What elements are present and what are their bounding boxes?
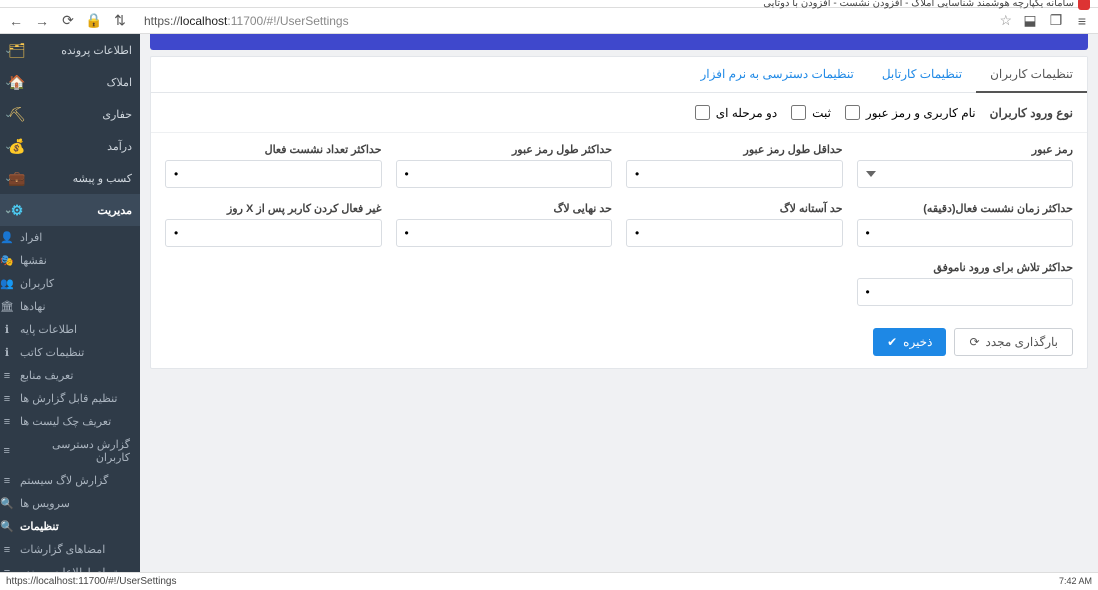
- browser-tab-strip: سامانه یکپارچه هوشمند شناسایی املاک - اف…: [0, 0, 1098, 8]
- person-icon: 👤: [0, 231, 14, 244]
- list-icon: ≡: [0, 475, 14, 487]
- back-icon[interactable]: ←: [8, 13, 24, 29]
- favicon: [1078, 0, 1090, 10]
- chevron-down-icon: ⌄: [4, 141, 12, 152]
- tab-users[interactable]: تنظیمات کاربران: [976, 57, 1087, 93]
- chk-2fa-box[interactable]: [695, 105, 710, 120]
- fields-grid: رمز عبور حداقل طول رمز عبور حداکثر طول ر…: [151, 133, 1087, 316]
- tabs: تنظیمات کاربران تنظیمات کارتابل تنظیمات …: [151, 57, 1087, 93]
- field-logfinal: حد نهایی لاگ: [396, 202, 613, 247]
- list-icon: ≡: [0, 416, 14, 428]
- sub-baseinfo[interactable]: اطلاعات پایهℹ: [0, 318, 140, 341]
- search-icon: 🔍: [0, 497, 14, 510]
- maxfail-input[interactable]: [857, 278, 1074, 306]
- sub-filetabs[interactable]: تبهای اطلاعات پرونده≡: [0, 561, 140, 572]
- users-icon: 👥: [0, 277, 14, 290]
- search-icon: 🔍: [0, 520, 14, 533]
- browser-toolbar: ← → ⟳ 🔒 ⇅ https://localhost:11700/#!/Use…: [0, 8, 1098, 34]
- sessionmin-input[interactable]: [857, 219, 1074, 247]
- field-maxfail: حداکثر تلاش برای ورود ناموفق: [857, 261, 1074, 306]
- save-button[interactable]: ذخیره ✔: [873, 328, 946, 356]
- org-icon: 🏛: [0, 300, 14, 313]
- list-icon: ≡: [0, 544, 14, 556]
- chevron-down-icon: ⌄: [4, 45, 12, 56]
- list-icon: ≡: [0, 445, 13, 457]
- menu-icon[interactable]: ≡: [1074, 13, 1090, 29]
- list-icon: ≡: [0, 567, 14, 573]
- status-bar: https://localhost:11700/#!/UserSettings …: [0, 572, 1098, 590]
- chk-register[interactable]: ثبت: [791, 105, 831, 120]
- settings-panel: تنظیمات کاربران تنظیمات کارتابل تنظیمات …: [150, 56, 1088, 369]
- header-bar: [150, 34, 1088, 50]
- download-icon[interactable]: ⬓: [1022, 13, 1038, 29]
- chevron-down-icon: ⌄: [4, 77, 12, 88]
- logfinal-input[interactable]: [396, 219, 613, 247]
- sub-settings-header[interactable]: تنظیمات🔍: [0, 515, 140, 538]
- sub-signatures[interactable]: امضاهای گزارشات≡: [0, 538, 140, 561]
- info-icon: ℹ: [0, 323, 14, 336]
- extensions-icon[interactable]: ❐: [1048, 13, 1064, 29]
- address-bar[interactable]: https://localhost:11700/#!/UserSettings: [138, 12, 989, 30]
- logthreshold-input[interactable]: [626, 219, 843, 247]
- password-select[interactable]: [857, 160, 1074, 188]
- chk-username-box[interactable]: [845, 105, 860, 120]
- main-content: تنظیمات کاربران تنظیمات کارتابل تنظیمات …: [140, 34, 1098, 572]
- sub-orgs[interactable]: نهادها🏛: [0, 295, 140, 318]
- form-actions: ذخیره ✔ بارگذاری مجدد ⟳: [151, 316, 1087, 368]
- sub-roles[interactable]: نقشها🎭: [0, 249, 140, 272]
- bookmark-icon[interactable]: ☆: [999, 12, 1012, 29]
- chevron-down-icon: ⌄: [4, 205, 12, 216]
- list-icon: ≡: [0, 393, 14, 405]
- tab-title: سامانه یکپارچه هوشمند شناسایی املاک - اف…: [763, 0, 1074, 9]
- sidebar-item-business[interactable]: ⌄کسب و پیشه💼: [0, 162, 140, 194]
- sub-accessreport[interactable]: گزارش دسترسی کاربران≡: [0, 433, 140, 469]
- field-disableafter: غیر فعال کردن کاربر پس از X روز: [165, 202, 382, 247]
- sub-kateb[interactable]: تنظیمات کاتبℹ: [0, 341, 140, 364]
- chevron-down-icon: ⌄: [4, 173, 12, 184]
- disableafter-input[interactable]: [165, 219, 382, 247]
- sidebar-item-management[interactable]: ⌄مدیریت⚙: [0, 194, 140, 226]
- reload-button[interactable]: بارگذاری مجدد ⟳: [954, 328, 1073, 356]
- sidebar-item-dig[interactable]: ⌄حفاری⛏: [0, 98, 140, 130]
- login-type-label: نوع ورود کاربران: [990, 106, 1073, 120]
- maxlen-input[interactable]: [396, 160, 613, 188]
- info-icon: ℹ: [0, 346, 14, 359]
- clock: 7:42 AM: [1059, 577, 1092, 586]
- chk-username[interactable]: نام کاربری و رمز عبور: [845, 105, 976, 120]
- chevron-down-icon: ⌄: [4, 109, 12, 120]
- sidebar-item-file[interactable]: ⌄اطلاعات پرونده🗂: [0, 34, 140, 66]
- sidebar: ⌄اطلاعات پرونده🗂 ⌄املاک🏠 ⌄حفاری⛏ ⌄درآمد💰…: [0, 34, 140, 572]
- check-icon: ✔: [887, 335, 897, 349]
- list-icon: ≡: [0, 370, 14, 382]
- maxactive-input[interactable]: [165, 160, 382, 188]
- field-maxactive: حداکثر تعداد نشست فعال: [165, 143, 382, 188]
- tab-cartable[interactable]: تنظیمات کارتابل: [868, 57, 976, 92]
- field-maxlen: حداکثر طول رمز عبور: [396, 143, 613, 188]
- sidebar-item-estate[interactable]: ⌄املاک🏠: [0, 66, 140, 98]
- sub-users[interactable]: کاربران👥: [0, 272, 140, 295]
- sort-icon: ⇅: [112, 13, 128, 29]
- sidebar-item-income[interactable]: ⌄درآمد💰: [0, 130, 140, 162]
- field-password: رمز عبور: [857, 143, 1074, 188]
- field-sessionmin: حداکثر زمان نشست فعال(دقیقه): [857, 202, 1074, 247]
- tab-access[interactable]: تنظیمات دسترسی به نرم افزار: [686, 57, 867, 92]
- refresh-icon: ⟳: [969, 335, 979, 349]
- sub-logreport[interactable]: گزارش لاگ سیستم≡: [0, 469, 140, 492]
- sub-resources[interactable]: تعریف منابع≡: [0, 364, 140, 387]
- sub-reportfile[interactable]: تنظیم قابل گزارش ها≡: [0, 387, 140, 410]
- status-url: https://localhost:11700/#!/UserSettings: [6, 576, 176, 587]
- field-minlen: حداقل طول رمز عبور: [626, 143, 843, 188]
- minlen-input[interactable]: [626, 160, 843, 188]
- chk-register-box[interactable]: [791, 105, 806, 120]
- sub-checklists[interactable]: تعریف چک لیست ها≡: [0, 410, 140, 433]
- field-logthreshold: حد آستانه لاگ: [626, 202, 843, 247]
- chk-2fa[interactable]: دو مرحله ای: [695, 105, 777, 120]
- reload-icon[interactable]: ⟳: [60, 13, 76, 29]
- lock-icon: 🔒: [86, 13, 102, 29]
- forward-icon[interactable]: →: [34, 13, 50, 29]
- sub-services[interactable]: سرویس ها🔍: [0, 492, 140, 515]
- login-type-row: نوع ورود کاربران نام کاربری و رمز عبور ث…: [151, 93, 1087, 133]
- mask-icon: 🎭: [0, 254, 14, 267]
- sub-persons[interactable]: افراد👤: [0, 226, 140, 249]
